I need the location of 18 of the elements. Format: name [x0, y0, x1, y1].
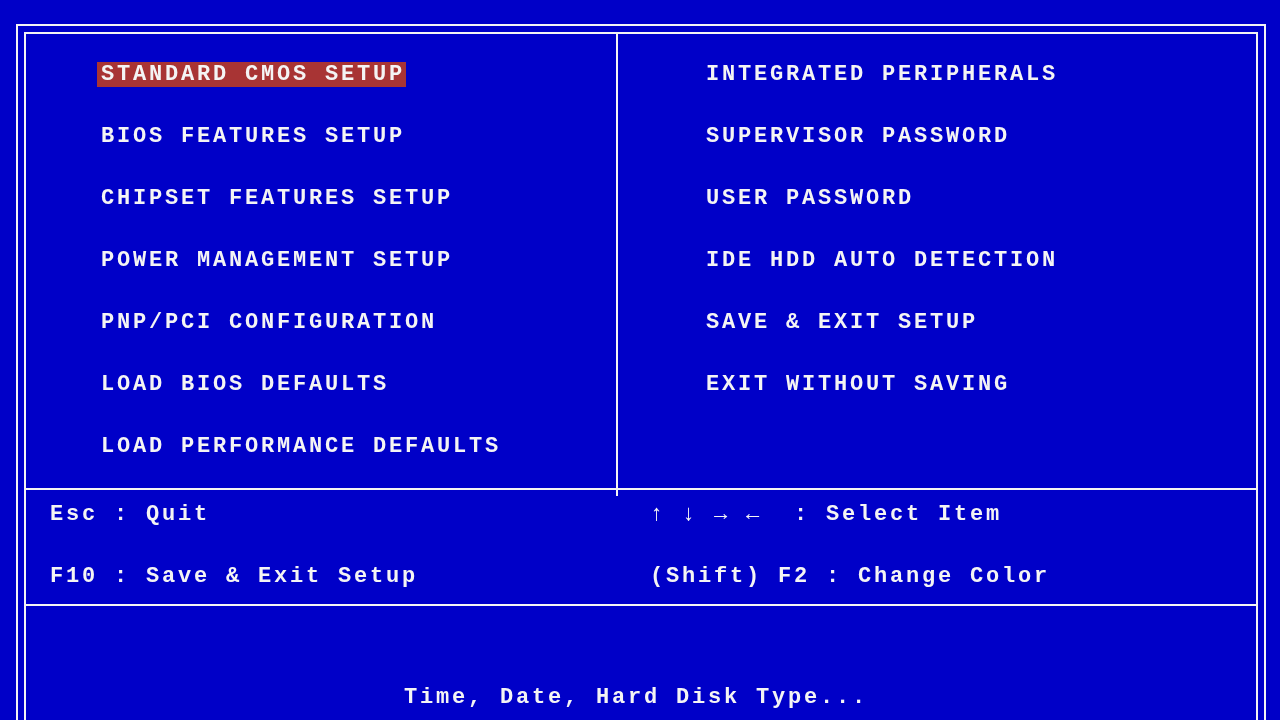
menu-item[interactable]: LOAD BIOS DEFAULTS	[97, 372, 391, 397]
menu-item[interactable]: STANDARD CMOS SETUP	[97, 62, 407, 87]
menu-item[interactable]: IDE HDD AUTO DETECTION	[702, 248, 1060, 273]
menu-item[interactable]: LOAD PERFORMANCE DEFAULTS	[97, 434, 503, 459]
menu-item[interactable]: POWER MANAGEMENT SETUP	[97, 248, 455, 273]
key-hint: F10 : Save & Exit Setup	[50, 564, 419, 589]
menu-item[interactable]: BIOS FEATURES SETUP	[97, 124, 407, 149]
status-text: Time, Date, Hard Disk Type...	[403, 685, 869, 710]
key-hint: ↑ ↓ → ← : Select Item	[650, 502, 1003, 527]
menu-item[interactable]: INTEGRATED PERIPHERALS	[702, 62, 1060, 87]
menu-item[interactable]: CHIPSET FEATURES SETUP	[97, 186, 455, 211]
menu-item[interactable]: EXIT WITHOUT SAVING	[702, 372, 1012, 397]
menu-item[interactable]: SAVE & EXIT SETUP	[702, 310, 980, 335]
menu-item[interactable]: SUPERVISOR PASSWORD	[702, 124, 1012, 149]
key-hint: (Shift) F2 : Change Color	[650, 564, 1051, 589]
menu-item[interactable]: PNP/PCI CONFIGURATION	[97, 310, 439, 335]
menu-item[interactable]: USER PASSWORD	[702, 186, 916, 211]
key-hint: Esc : Quit	[50, 502, 211, 527]
